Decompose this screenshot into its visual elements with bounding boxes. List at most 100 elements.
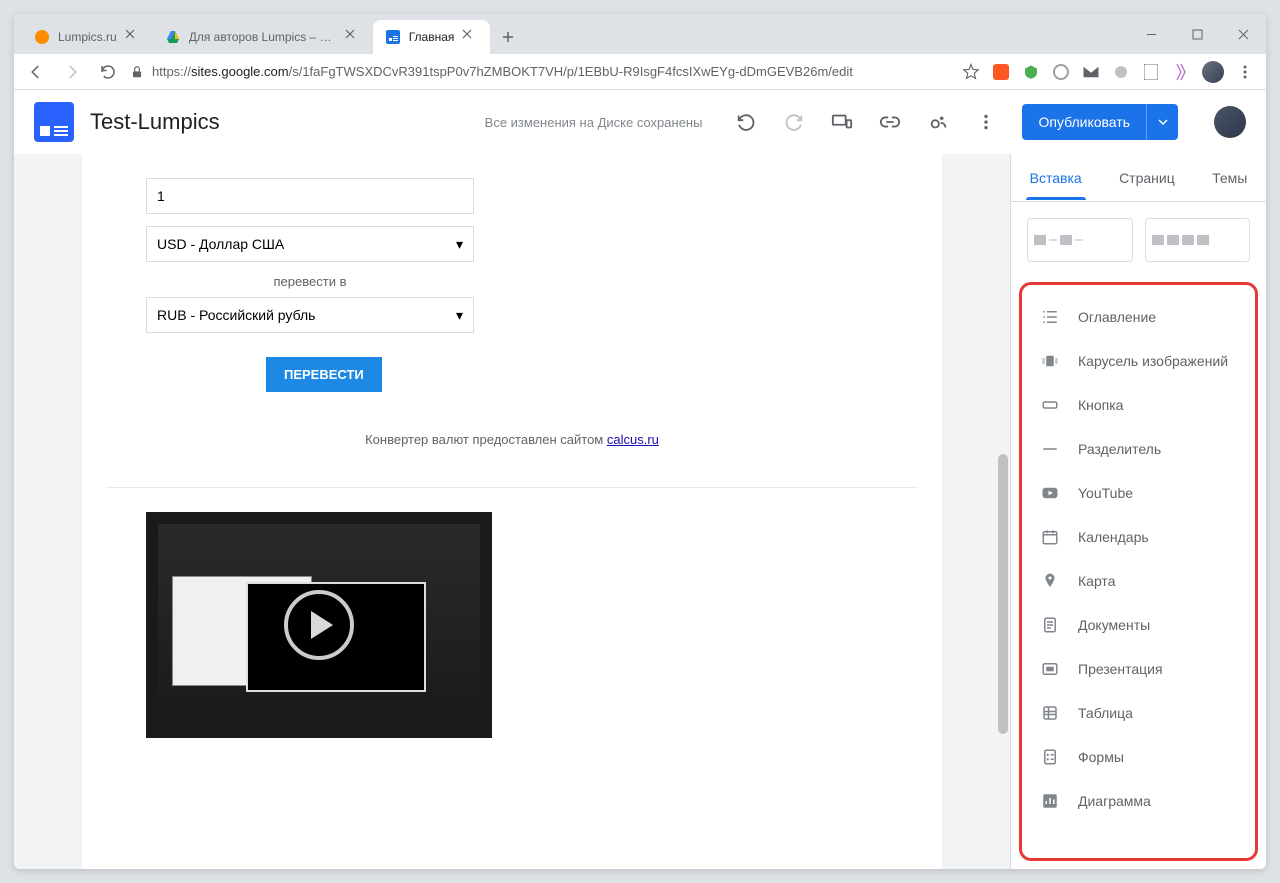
tab-title: Для авторов Lumpics – Google Д	[189, 30, 337, 44]
address-bar: https://sites.google.com/s/1faFgTWSXDCvR…	[14, 54, 1266, 90]
insert-item-carousel[interactable]: Карусель изображений	[1022, 339, 1255, 383]
ext-icon-6[interactable]	[1142, 63, 1160, 81]
ext-icon-7[interactable]	[1172, 63, 1190, 81]
insert-item-map[interactable]: Карта	[1022, 559, 1255, 603]
publish-dropdown[interactable]	[1146, 104, 1178, 140]
insert-item-label: Карусель изображений	[1078, 353, 1228, 369]
redo-button[interactable]	[782, 110, 806, 134]
back-button[interactable]	[22, 58, 50, 86]
insert-item-forms[interactable]: Формы	[1022, 735, 1255, 779]
panel-tabs: Вставка Страниц Темы	[1011, 154, 1266, 202]
to-currency-select[interactable]: RUB - Российский рубль ▾	[146, 297, 474, 333]
insert-item-youtube[interactable]: YouTube	[1022, 471, 1255, 515]
scrollbar-thumb[interactable]	[998, 454, 1008, 734]
ext-icon-4[interactable]	[1082, 63, 1100, 81]
insert-item-label: YouTube	[1078, 485, 1133, 501]
star-icon[interactable]	[962, 63, 980, 81]
forward-button[interactable]	[58, 58, 86, 86]
button-icon	[1040, 395, 1060, 415]
url-field[interactable]: https://sites.google.com/s/1faFgTWSXDCvR…	[130, 58, 950, 86]
convert-to-label: перевести в	[146, 274, 474, 289]
chevron-down-icon: ▾	[456, 236, 463, 253]
amount-input[interactable]	[146, 178, 474, 214]
browser-tab-2[interactable]: Главная	[373, 20, 491, 54]
sheets-icon	[1040, 703, 1060, 723]
canvas-area[interactable]: USD - Доллар США ▾ перевести в RUB - Рос…	[14, 154, 1010, 869]
map-icon	[1040, 571, 1060, 591]
sites-logo[interactable]	[34, 102, 74, 142]
layout-template-1[interactable]	[1027, 218, 1133, 262]
more-button[interactable]	[974, 110, 998, 134]
browser-titlebar: Lumpics.ru Для авторов Lumpics – Google …	[14, 14, 1266, 54]
close-window-button[interactable]	[1220, 14, 1266, 54]
preview-button[interactable]	[830, 110, 854, 134]
insert-item-label: Разделитель	[1078, 441, 1161, 457]
youtube-icon	[1040, 483, 1060, 503]
publish-button[interactable]: Опубликовать	[1022, 104, 1178, 140]
ext-icon-1[interactable]	[992, 63, 1010, 81]
link-button[interactable]	[878, 110, 902, 134]
insert-item-button[interactable]: Кнопка	[1022, 383, 1255, 427]
tab-title: Lumpics.ru	[58, 30, 117, 44]
tab-pages[interactable]: Страниц	[1119, 156, 1175, 200]
reload-button[interactable]	[94, 58, 122, 86]
browser-tab-0[interactable]: Lumpics.ru	[22, 20, 153, 54]
tab-themes[interactable]: Темы	[1212, 156, 1247, 200]
ext-icon-3[interactable]	[1052, 63, 1070, 81]
favicon-lumpics	[34, 29, 50, 45]
video-thumbnail[interactable]	[146, 512, 492, 738]
favicon-drive	[165, 29, 181, 45]
convert-button[interactable]: ПЕРЕВЕСТИ	[266, 357, 382, 392]
tab-title: Главная	[409, 30, 455, 44]
site-title[interactable]: Test-Lumpics	[90, 109, 220, 135]
insert-item-sheets[interactable]: Таблица	[1022, 691, 1255, 735]
insert-item-divider[interactable]: Разделитель	[1022, 427, 1255, 471]
calcus-link[interactable]: calcus.ru	[607, 432, 659, 447]
save-status: Все изменения на Диске сохранены	[485, 115, 703, 130]
toc-icon	[1040, 307, 1060, 327]
layout-templates	[1011, 202, 1266, 278]
new-tab-button[interactable]	[494, 23, 522, 51]
insert-items-list: Оглавление Карусель изображений Кнопка Разд…	[1019, 282, 1258, 861]
ext-icon-2[interactable]	[1022, 63, 1040, 81]
browser-tab-1[interactable]: Для авторов Lumpics – Google Д	[153, 20, 373, 54]
close-icon[interactable]	[125, 29, 141, 45]
window-controls	[1128, 14, 1266, 54]
tab-insert[interactable]: Вставка	[1030, 156, 1082, 200]
url-text: https://sites.google.com/s/1faFgTWSXDCvR…	[152, 64, 853, 79]
insert-item-docs[interactable]: Документы	[1022, 603, 1255, 647]
divider-icon	[1040, 439, 1060, 459]
forms-icon	[1040, 747, 1060, 767]
currency-converter-widget: USD - Доллар США ▾ перевести в RUB - Рос…	[106, 178, 918, 488]
page-content: USD - Доллар США ▾ перевести в RUB - Рос…	[82, 154, 942, 869]
insert-item-slides[interactable]: Презентация	[1022, 647, 1255, 691]
insert-item-chart[interactable]: Диаграмма	[1022, 779, 1255, 823]
share-button[interactable]	[926, 110, 950, 134]
close-icon[interactable]	[345, 29, 361, 45]
insert-item-toc[interactable]: Оглавление	[1022, 295, 1255, 339]
lock-icon	[130, 65, 144, 79]
from-currency-select[interactable]: USD - Доллар США ▾	[146, 226, 474, 262]
undo-button[interactable]	[734, 110, 758, 134]
favicon-sites	[385, 29, 401, 45]
video-block	[106, 488, 918, 762]
docs-icon	[1040, 615, 1060, 635]
insert-item-label: Формы	[1078, 749, 1124, 765]
close-icon[interactable]	[462, 29, 478, 45]
calendar-icon	[1040, 527, 1060, 547]
minimize-button[interactable]	[1128, 14, 1174, 54]
play-icon	[284, 590, 354, 660]
layout-template-2[interactable]	[1145, 218, 1251, 262]
profile-avatar-icon[interactable]	[1202, 61, 1224, 83]
insert-item-label: Диаграмма	[1078, 793, 1151, 809]
insert-item-label: Таблица	[1078, 705, 1133, 721]
maximize-button[interactable]	[1174, 14, 1220, 54]
insert-item-label: Презентация	[1078, 661, 1163, 677]
insert-item-calendar[interactable]: Календарь	[1022, 515, 1255, 559]
menu-icon[interactable]	[1236, 63, 1254, 81]
chart-icon	[1040, 791, 1060, 811]
ext-icon-5[interactable]	[1112, 63, 1130, 81]
insert-item-label: Документы	[1078, 617, 1150, 633]
insert-item-label: Карта	[1078, 573, 1115, 589]
user-avatar[interactable]	[1214, 106, 1246, 138]
